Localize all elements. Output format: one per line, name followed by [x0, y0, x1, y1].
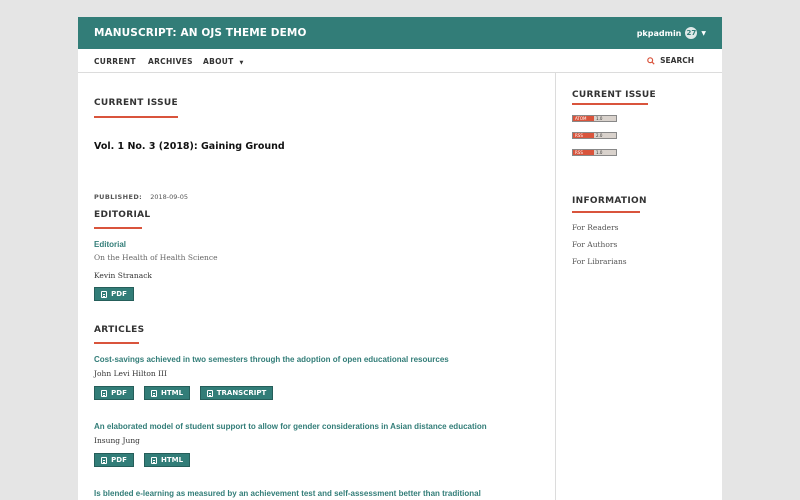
file-icon — [150, 456, 157, 464]
published-info: PUBLISHED: 2018-09-05 — [94, 193, 188, 201]
current-issue-heading: CURRENT ISSUE — [94, 98, 178, 108]
editorial-subtitle: On the Health of Health Science — [94, 253, 218, 262]
article-title-link[interactable]: Is blended e-learning as measured by an … — [94, 489, 481, 498]
sidebar: CURRENT ISSUE ATOM 1.0 RSS 2.0 RSS 1.0 I… — [555, 73, 722, 500]
nav-current[interactable]: CURRENT — [94, 57, 136, 66]
search-icon — [647, 56, 655, 65]
heading-underline — [94, 227, 142, 229]
username[interactable]: pkpadmin — [637, 29, 682, 38]
file-icon — [206, 389, 213, 397]
chevron-down-icon[interactable]: ▼ — [701, 30, 706, 37]
article-title-link[interactable]: An elaborated model of student support t… — [94, 422, 487, 431]
published-label: PUBLISHED: — [94, 193, 143, 201]
primary-nav: CURRENT ARCHIVES ABOUT ▼ SEARCH — [78, 49, 722, 73]
feed-type: ATOM — [573, 116, 594, 121]
editorial-title-link[interactable]: Editorial — [94, 240, 126, 249]
button-label: TRANSCRIPT — [216, 389, 267, 397]
feed-version: 1.0 — [594, 116, 616, 121]
page-frame: MANUSCRIPT: AN OJS THEME DEMO pkpadmin 2… — [78, 17, 722, 500]
chevron-down-icon: ▼ — [239, 60, 244, 66]
site-title[interactable]: MANUSCRIPT: AN OJS THEME DEMO — [94, 27, 306, 39]
article-html-button[interactable]: HTML — [144, 386, 190, 400]
heading-underline — [94, 342, 139, 344]
published-date: 2018-09-05 — [150, 193, 188, 201]
article-transcript-button[interactable]: TRANSCRIPT — [200, 386, 273, 400]
information-heading: INFORMATION — [572, 196, 647, 206]
header-bar: MANUSCRIPT: AN OJS THEME DEMO pkpadmin 2… — [78, 17, 722, 49]
articles-heading: ARTICLES — [94, 325, 145, 335]
nav-about-label: ABOUT — [203, 57, 234, 66]
feed-version: 1.0 — [594, 150, 616, 155]
article-pdf-button[interactable]: PDF — [94, 453, 134, 467]
search-label: SEARCH — [660, 56, 694, 65]
nav-about[interactable]: ABOUT ▼ — [203, 57, 244, 66]
feed-type: RSS — [573, 150, 594, 155]
rss1-feed-link[interactable]: RSS 1.0 — [572, 149, 617, 156]
heading-underline — [94, 116, 178, 118]
sidebar-current-issue-heading: CURRENT ISSUE — [572, 90, 656, 100]
heading-underline — [572, 103, 648, 105]
article-html-button[interactable]: HTML — [144, 453, 190, 467]
file-icon — [101, 389, 108, 397]
editorial-pdf-button[interactable]: PDF — [94, 287, 134, 301]
file-icon — [101, 290, 108, 298]
rss2-feed-link[interactable]: RSS 2.0 — [572, 132, 617, 139]
article-author: John Levi Hilton III — [94, 369, 167, 378]
article-author: Insung Jung — [94, 436, 140, 445]
editorial-heading: EDITORIAL — [94, 210, 151, 220]
link-for-authors[interactable]: For Authors — [572, 240, 617, 249]
button-label: HTML — [160, 389, 184, 397]
button-label: PDF — [111, 389, 127, 397]
file-icon — [150, 389, 157, 397]
heading-underline — [572, 211, 640, 213]
editorial-author: Kevin Stranack — [94, 271, 152, 280]
link-for-librarians[interactable]: For Librarians — [572, 257, 627, 266]
file-icon — [101, 456, 108, 464]
button-label: PDF — [111, 290, 127, 298]
notification-badge[interactable]: 27 — [685, 27, 698, 39]
issue-title: Vol. 1 No. 3 (2018): Gaining Ground — [94, 141, 285, 152]
feed-type: RSS — [573, 133, 594, 138]
nav-archives[interactable]: ARCHIVES — [148, 57, 193, 66]
link-for-readers[interactable]: For Readers — [572, 223, 619, 232]
atom-feed-link[interactable]: ATOM 1.0 — [572, 115, 617, 122]
article-pdf-button[interactable]: PDF — [94, 386, 134, 400]
feed-version: 2.0 — [594, 133, 616, 138]
search-button[interactable]: SEARCH — [647, 56, 694, 65]
user-menu[interactable]: pkpadmin 27 ▼ — [637, 27, 706, 39]
article-title-link[interactable]: Cost-savings achieved in two semesters t… — [94, 355, 449, 364]
button-label: PDF — [111, 456, 127, 464]
button-label: HTML — [160, 456, 184, 464]
